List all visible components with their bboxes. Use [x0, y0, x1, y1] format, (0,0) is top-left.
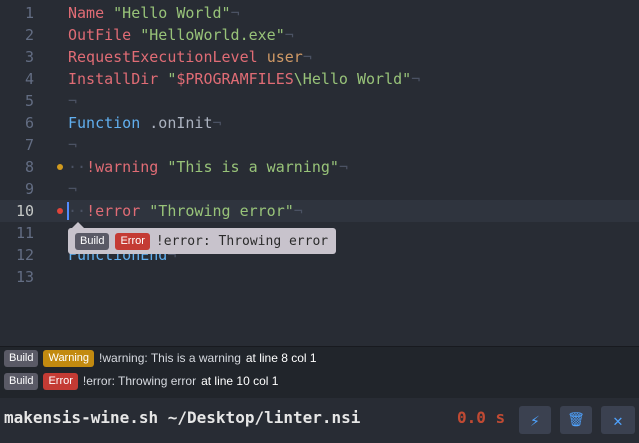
code-line[interactable]: 8 ··!warning "This is a warning"¬: [0, 156, 639, 178]
error-badge: Error: [115, 232, 150, 250]
warning-badge: Warning: [43, 349, 95, 367]
code-line[interactable]: 3 RequestExecutionLevel user¬: [0, 46, 639, 68]
code-line[interactable]: 2 OutFile "HelloWorld.exe"¬: [0, 24, 639, 46]
message-location-link[interactable]: at line 10 col 1: [201, 374, 278, 388]
linter-message-warning[interactable]: Build Warning !warning: This is a warnin…: [4, 349, 317, 367]
line-number: 9: [24, 180, 34, 198]
code-text: OutFile "HelloWorld.exe"¬: [68, 26, 294, 44]
code-text: ¬: [68, 136, 78, 154]
trash-icon: 🗑: [567, 412, 585, 428]
code-line[interactable]: 6 Function .onInit¬: [0, 112, 639, 134]
code-line[interactable]: 4 InstallDir "$PROGRAMFILES\Hello World"…: [0, 68, 639, 90]
code-text: ¬: [68, 92, 78, 110]
line-number: 3: [24, 48, 34, 66]
line-number: 6: [24, 114, 34, 132]
code-text: Name "Hello World"¬: [68, 4, 240, 22]
message-text: !warning: This is a warning: [99, 351, 241, 365]
line-number: 4: [24, 70, 34, 88]
close-icon: ✕: [613, 410, 623, 430]
code-text: Function .onInit¬: [68, 114, 222, 132]
build-timer: 0.0 s: [457, 408, 506, 427]
line-number: 7: [24, 136, 34, 154]
line-number: 8: [24, 158, 34, 176]
line-number: 1: [24, 4, 34, 22]
build-command: makensis-wine.sh ~/Desktop/linter.nsi: [4, 408, 361, 427]
error-marker-icon[interactable]: [57, 208, 63, 214]
build-badge: Build: [75, 232, 110, 250]
error-badge: Error: [43, 372, 78, 390]
lightning-icon: ⚡: [530, 410, 540, 430]
lint-tooltip: Build Error !error: Throwing error: [68, 222, 337, 254]
code-text: ··!warning "This is a warning"¬: [68, 158, 348, 176]
code-text: InstallDir "$PROGRAMFILES\Hello World"¬: [68, 70, 421, 88]
build-status-bar: makensis-wine.sh ~/Desktop/linter.nsi 0.…: [0, 398, 639, 443]
warning-marker-icon[interactable]: [57, 164, 63, 170]
code-line[interactable]: 7 ¬: [0, 134, 639, 156]
build-badge: Build: [4, 349, 39, 367]
trigger-build-button[interactable]: ⚡: [519, 406, 551, 434]
linter-panel: Build Warning !warning: This is a warnin…: [0, 346, 639, 398]
line-number: 12: [15, 246, 34, 264]
code-line[interactable]: 5 ¬: [0, 90, 639, 112]
line-number: 11: [15, 224, 34, 242]
code-line[interactable]: 9 ¬: [0, 178, 639, 200]
current-code-line[interactable]: 10 ··!error "Throwing error"¬: [0, 200, 639, 222]
line-number: 10: [15, 202, 34, 220]
code-editor[interactable]: 1 Name "Hello World"¬ 2 OutFile "HelloWo…: [0, 0, 639, 346]
code-text: RequestExecutionLevel user¬: [68, 48, 312, 66]
code-text: ··!error "Throwing error"¬: [68, 202, 303, 220]
code-line[interactable]: 13: [0, 266, 639, 288]
code-line[interactable]: 1 Name "Hello World"¬: [0, 2, 639, 24]
message-location-link[interactable]: at line 8 col 1: [246, 351, 317, 365]
code-text: ¬: [68, 180, 78, 198]
tooltip-message: !error: Throwing error: [155, 233, 329, 249]
clear-output-button[interactable]: 🗑: [560, 406, 592, 434]
message-text: !error: Throwing error: [82, 374, 197, 388]
line-number: 5: [24, 92, 34, 110]
build-badge: Build: [4, 372, 39, 390]
linter-message-error[interactable]: Build Error !error: Throwing error at li…: [4, 372, 278, 390]
line-number: 2: [24, 26, 34, 44]
line-number: 13: [15, 268, 34, 286]
close-panel-button[interactable]: ✕: [601, 406, 635, 434]
